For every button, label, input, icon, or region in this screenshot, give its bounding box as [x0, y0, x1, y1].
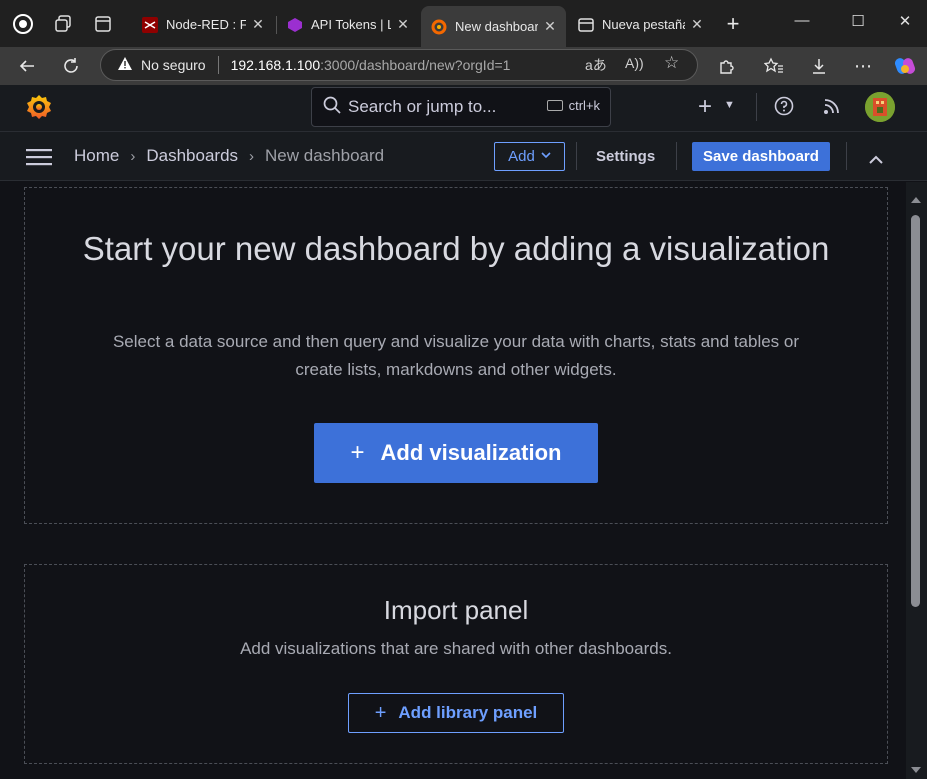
url-divider: [217, 56, 219, 74]
import-panel: Import panel Add visualizations that are…: [24, 564, 888, 764]
back-icon[interactable]: [14, 53, 40, 79]
tab-close-icon[interactable]: ✕: [395, 16, 411, 33]
translate-icon[interactable]: aあ: [585, 55, 607, 75]
workspaces-icon[interactable]: [50, 11, 76, 37]
browser-tab-bar: Node-RED : Flo ✕ API Tokens | Lo ✕ New d…: [0, 0, 927, 47]
tab-title: API Tokens | Lo: [311, 17, 391, 32]
import-panel-description: Add visualizations that are shared with …: [240, 639, 672, 658]
tab-title: New dashboard: [455, 19, 538, 34]
add-library-panel-button[interactable]: + Add library panel: [348, 693, 564, 733]
security-label[interactable]: No seguro: [141, 57, 206, 73]
browser-address-bar: No seguro 192.168.1.100:3000/dashboard/n…: [0, 47, 927, 85]
url-host: 192.168.1.100: [230, 57, 321, 73]
chevron-right-icon: ›: [249, 147, 255, 165]
read-aloud-icon[interactable]: A)): [625, 55, 644, 71]
tab-close-icon[interactable]: ✕: [250, 16, 266, 33]
maximize-icon[interactable]: ☐: [846, 12, 870, 30]
keyboard-icon: [546, 100, 563, 111]
keyboard-shortcut-hint: ctrl+k: [546, 98, 600, 113]
settings-button[interactable]: Settings: [596, 148, 655, 165]
scrollbar-thumb[interactable]: [911, 215, 920, 607]
news-feed-icon[interactable]: [823, 97, 841, 120]
breadcrumb-home[interactable]: Home: [74, 146, 119, 166]
close-window-icon[interactable]: ✕: [893, 12, 917, 30]
header-divider: [756, 93, 757, 121]
tab-new-tab[interactable]: Nueva pestaña ✕: [568, 8, 713, 41]
add-visualization-label: Add visualization: [380, 440, 562, 465]
tab-new-dashboard[interactable]: New dashboard ✕: [421, 6, 566, 47]
add-library-panel-label: Add library panel: [398, 703, 538, 722]
dashboard-toolbar: Home › Dashboards › New dashboard Add Se…: [0, 132, 927, 181]
collapse-chevron-up-icon[interactable]: [869, 151, 883, 169]
add-visualization-panel: Start your new dashboard by adding a vis…: [24, 187, 888, 524]
search-icon: [322, 95, 342, 120]
tab-node-red[interactable]: Node-RED : Flo ✕: [132, 8, 274, 41]
extensions-icon[interactable]: [713, 53, 739, 79]
search-input[interactable]: Search or jump to... ctrl+k: [311, 87, 611, 127]
loxone-icon: [287, 17, 303, 33]
avatar[interactable]: [865, 92, 895, 122]
new-tab-icon: [578, 17, 594, 33]
add-visualization-button[interactable]: + Add visualization: [314, 423, 598, 483]
grafana-logo-icon[interactable]: [25, 93, 53, 121]
add-button-label: Add: [508, 148, 535, 165]
downloads-icon[interactable]: [806, 53, 832, 79]
warning-icon[interactable]: [117, 56, 133, 74]
reload-icon[interactable]: [58, 53, 84, 79]
toolbar-divider: [676, 142, 677, 170]
breadcrumb-dashboards[interactable]: Dashboards: [146, 146, 238, 166]
plus-icon: +: [374, 701, 387, 724]
url-field[interactable]: No seguro 192.168.1.100:3000/dashboard/n…: [100, 49, 698, 81]
empty-state-title: Start your new dashboard by adding a vis…: [82, 230, 830, 267]
toolbar-divider: [846, 142, 847, 170]
favorite-star-icon[interactable]: ☆: [664, 53, 679, 73]
url-path: :3000/dashboard/new?orgId=1: [320, 57, 511, 73]
menu-icon[interactable]: [26, 148, 52, 166]
node-red-icon: [142, 16, 158, 33]
toolbar-divider: [576, 142, 577, 170]
grafana-icon: [431, 19, 447, 35]
new-tab-plus-icon[interactable]: +: [720, 11, 746, 37]
browser-profile-icon[interactable]: [10, 11, 36, 37]
tab-title: Nueva pestaña: [602, 17, 685, 32]
copilot-icon[interactable]: [892, 53, 918, 79]
new-plus-icon[interactable]: +: [698, 93, 712, 121]
chevron-down-icon[interactable]: ▼: [724, 99, 735, 111]
add-dropdown-button[interactable]: Add: [494, 142, 565, 171]
url-text[interactable]: 192.168.1.100:3000/dashboard/new?orgId=1: [231, 57, 511, 73]
search-placeholder: Search or jump to...: [348, 97, 497, 116]
breadcrumb-current: New dashboard: [265, 146, 385, 165]
grafana-top-bar: Search or jump to... ctrl+k + ▼: [0, 85, 927, 132]
tab-title: Node-RED : Flo: [166, 17, 246, 32]
scroll-down-icon[interactable]: [911, 760, 921, 778]
tab-close-icon[interactable]: ✕: [542, 18, 558, 35]
chevron-down-icon: [541, 151, 551, 162]
chevron-right-icon: ›: [130, 147, 136, 165]
tab-api-tokens[interactable]: API Tokens | Lo ✕: [277, 8, 419, 41]
minimize-icon[interactable]: —: [790, 12, 814, 29]
import-panel-title: Import panel: [383, 595, 529, 625]
plus-icon: +: [350, 439, 365, 466]
favorites-icon[interactable]: [761, 53, 787, 79]
scroll-up-icon[interactable]: [911, 190, 921, 208]
shortcut-label: ctrl+k: [568, 98, 600, 113]
save-dashboard-button[interactable]: Save dashboard: [692, 142, 830, 171]
tab-actions-icon[interactable]: [90, 11, 116, 37]
more-options-icon[interactable]: ⋯: [850, 53, 876, 79]
tab-close-icon[interactable]: ✕: [689, 16, 705, 33]
breadcrumb: Home › Dashboards › New dashboard: [74, 146, 384, 166]
help-icon[interactable]: [774, 96, 794, 121]
empty-state-description: Select a data source and then query and …: [112, 332, 800, 379]
